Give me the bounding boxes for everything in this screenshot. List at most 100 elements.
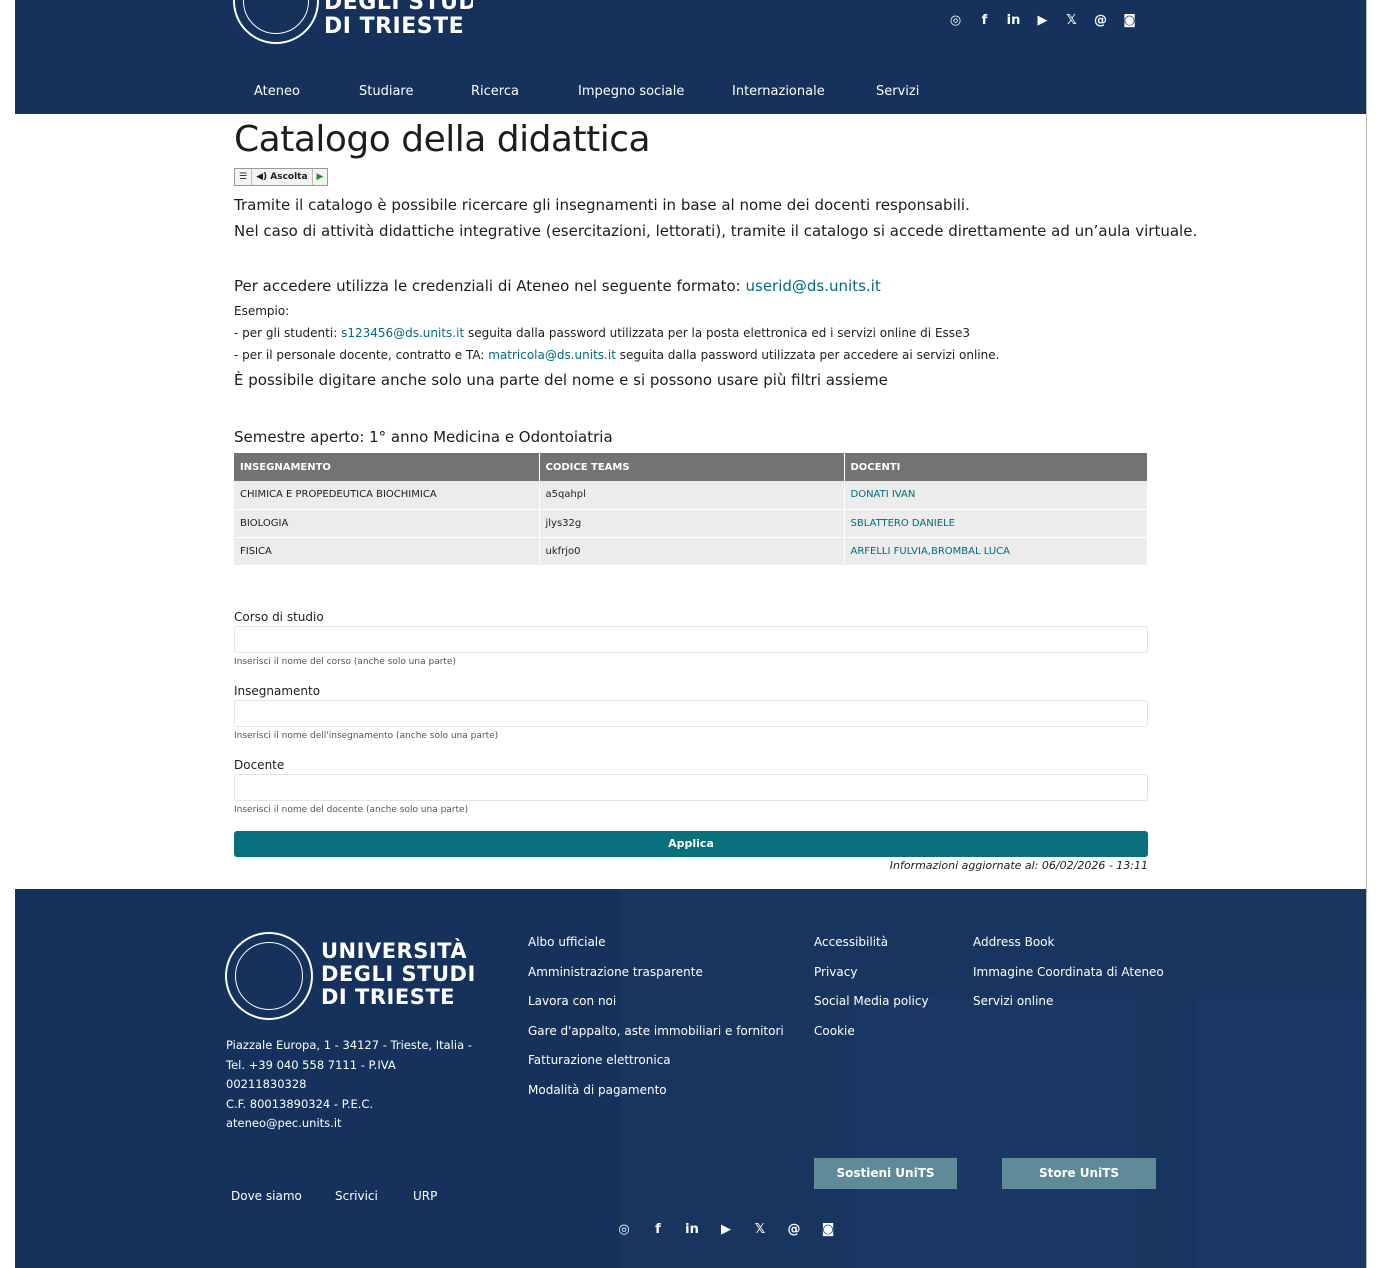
- footer-link-dove-siamo[interactable]: Dove siamo: [231, 1189, 302, 1203]
- example-students-link[interactable]: s123456@ds.units.it: [341, 326, 464, 340]
- footer-link[interactable]: Accessibilità: [814, 935, 929, 965]
- subject-help: Inserisci il nome dell'insegnamento (anc…: [234, 731, 499, 741]
- threads-icon[interactable]: @: [1086, 11, 1115, 31]
- access-text: Per accedere utilizza le credenziali di …: [234, 277, 746, 295]
- teacher-input[interactable]: [234, 774, 1148, 801]
- cell-course: CHIMICA E PROPEDEUTICA BIOCHIMICA: [234, 481, 540, 510]
- main-nav: Ateneo Studiare Ricerca Impegno sociale …: [15, 84, 1366, 106]
- teacher-help: Inserisci il nome del docente (anche sol…: [234, 805, 469, 815]
- example-students-suffix: seguita dalla password utilizzata per la…: [464, 326, 971, 340]
- linkedin-icon[interactable]: in: [999, 11, 1028, 31]
- address-line: Piazzale Europa, 1 - 34127 - Trieste, It…: [226, 1038, 472, 1052]
- footer-link[interactable]: Social Media policy: [814, 994, 929, 1024]
- cell-teachers: SBLATTERO DANIELE: [844, 509, 1148, 538]
- footer-links-col1: Albo ufficiale Amministrazione trasparen…: [528, 935, 784, 1113]
- teacher-link[interactable]: DONATI IVAN: [851, 489, 916, 500]
- site-footer: UNIVERSITÀ DEGLI STUDI DI TRIESTE Piazza…: [15, 889, 1366, 1268]
- linkedin-icon[interactable]: in: [675, 1220, 709, 1240]
- footer-logo-line2: DEGLI STUDI: [321, 962, 476, 986]
- logo-text-di-trieste: DI TRIESTE: [324, 14, 465, 39]
- footer-link[interactable]: Cookie: [814, 1024, 929, 1054]
- footer-address: Piazzale Europa, 1 - 34127 - Trieste, It…: [226, 1036, 476, 1134]
- course-input[interactable]: [234, 626, 1148, 653]
- nav-item-servizi[interactable]: Servizi: [876, 84, 919, 99]
- cell-teachers: DONATI IVAN: [844, 481, 1148, 510]
- footer-link-scrivici[interactable]: Scrivici: [335, 1189, 378, 1203]
- footer-social-links: ◎ f in ▶ 𝕏 @ ◙: [607, 1220, 845, 1240]
- footer-link[interactable]: Servizi online: [973, 994, 1164, 1024]
- filter-hint: È possibile digitare anche solo una part…: [234, 371, 888, 389]
- table-header-row: INSEGNAMENTO CODICE TEAMS DOCENTI: [234, 453, 1148, 481]
- footer-link[interactable]: Lavora con noi: [528, 994, 784, 1024]
- table-row: BIOLOGIA jlys32g SBLATTERO DANIELE: [234, 509, 1148, 538]
- university-logo[interactable]: DEGLI STUDI DI TRIESTE: [233, 0, 473, 44]
- nav-item-ateneo[interactable]: Ateneo: [254, 84, 300, 99]
- column-header-codice-teams: CODICE TEAMS: [539, 453, 845, 481]
- seal-inner-ring: [243, 0, 309, 34]
- table-row: FISICA ukfrjo0 ARFELLI FULVIA,BROMBAL LU…: [234, 537, 1148, 566]
- listen-button[interactable]: ◀) Ascolta: [252, 169, 313, 185]
- example-staff-link[interactable]: matricola@ds.units.it: [488, 348, 616, 362]
- apply-button[interactable]: Applica: [234, 831, 1148, 857]
- subject-label: Insegnamento: [234, 684, 321, 698]
- footer-link[interactable]: Gare d'appalto, aste immobiliari e forni…: [528, 1024, 784, 1054]
- intro-text-1: Tramite il catalogo è possibile ricercar…: [234, 196, 970, 214]
- footer-link[interactable]: Fatturazione elettronica: [528, 1053, 784, 1083]
- instagram-icon[interactable]: ◎: [941, 11, 970, 31]
- read-aloud-player: ☰ ◀) Ascolta ▶: [234, 168, 329, 186]
- footer-logo-line1: UNIVERSITÀ: [321, 939, 468, 963]
- footer-link[interactable]: Immagine Coordinata di Ateneo: [973, 965, 1164, 995]
- youtube-icon[interactable]: ▶: [1028, 11, 1057, 31]
- subject-input[interactable]: [234, 700, 1148, 727]
- footer-link[interactable]: Privacy: [814, 965, 929, 995]
- address-line: 00211830328: [226, 1077, 307, 1091]
- university-seal-icon: [225, 932, 313, 1020]
- x-icon[interactable]: 𝕏: [1057, 11, 1086, 31]
- column-header-insegnamento: INSEGNAMENTO: [234, 453, 540, 481]
- facebook-icon[interactable]: f: [970, 11, 999, 31]
- cell-code: ukfrjo0: [539, 537, 845, 566]
- store-units-button[interactable]: Store UniTS: [1002, 1158, 1156, 1189]
- footer-link[interactable]: Modalità di pagamento: [528, 1083, 784, 1113]
- footer-link-urp[interactable]: URP: [413, 1189, 437, 1203]
- play-icon[interactable]: ▶: [313, 169, 328, 185]
- teacher-link[interactable]: SBLATTERO DANIELE: [851, 518, 955, 529]
- example-staff: - per il personale docente, contratto e …: [234, 348, 999, 362]
- column-header-docenti: DOCENTI: [844, 453, 1148, 481]
- nav-item-studiare[interactable]: Studiare: [359, 84, 413, 99]
- access-instructions: Per accedere utilizza le credenziali di …: [234, 277, 881, 295]
- x-icon[interactable]: 𝕏: [743, 1220, 777, 1240]
- last-updated: Informazioni aggiornate al: 06/02/2026 -…: [889, 859, 1148, 872]
- threads-icon[interactable]: @: [777, 1220, 811, 1240]
- semester-title: Semestre aperto: 1° anno Medicina e Odon…: [234, 428, 613, 446]
- instagram-icon[interactable]: ◎: [607, 1220, 641, 1240]
- example-staff-suffix: seguita dalla password utilizzata per ac…: [615, 348, 1000, 362]
- example-students-text: - per gli studenti:: [234, 326, 342, 340]
- teacher-link[interactable]: ARFELLI FULVIA,BROMBAL LUCA: [851, 546, 1010, 557]
- nav-item-ricerca[interactable]: Ricerca: [471, 84, 519, 99]
- pec-link[interactable]: ateneo@pec.units.it: [226, 1114, 476, 1134]
- facebook-icon[interactable]: f: [641, 1220, 675, 1240]
- cell-teachers: ARFELLI FULVIA,BROMBAL LUCA: [844, 537, 1148, 566]
- footer-link[interactable]: Amministrazione trasparente: [528, 965, 784, 995]
- rss-icon[interactable]: ◙: [1115, 11, 1144, 31]
- footer-link[interactable]: Albo ufficiale: [528, 935, 784, 965]
- example-students: - per gli studenti: s123456@ds.units.it …: [234, 326, 970, 340]
- youtube-icon[interactable]: ▶: [709, 1220, 743, 1240]
- footer-logo-line3: DI TRIESTE: [321, 985, 456, 1009]
- access-format-link[interactable]: userid@ds.units.it: [746, 277, 881, 295]
- nav-item-internazionale[interactable]: Internazionale: [732, 84, 825, 99]
- cell-course: FISICA: [234, 537, 540, 566]
- header-social-links: ◎ f in ▶ 𝕏 @ ◙: [941, 11, 1144, 31]
- footer-links-col3: Address Book Immagine Coordinata di Aten…: [973, 935, 1164, 1024]
- course-help: Inserisci il nome del corso (anche solo …: [234, 657, 456, 667]
- address-line: Tel. +39 040 558 7111 - P.IVA: [226, 1057, 396, 1072]
- scrollbar-track[interactable]: [1366, 0, 1378, 1268]
- nav-item-impegno-sociale[interactable]: Impegno sociale: [578, 84, 684, 99]
- support-units-button[interactable]: Sostieni UniTS: [814, 1158, 957, 1189]
- menu-icon[interactable]: ☰: [235, 169, 253, 185]
- footer-link[interactable]: Address Book: [973, 935, 1164, 965]
- cell-course: BIOLOGIA: [234, 509, 540, 538]
- rss-icon[interactable]: ◙: [811, 1220, 845, 1240]
- page-title: Catalogo della didattica: [234, 119, 651, 160]
